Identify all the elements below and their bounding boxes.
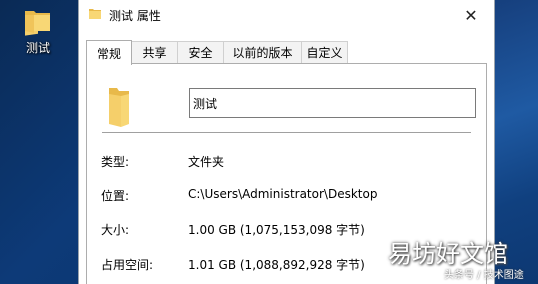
- title-bar[interactable]: 测试 属性 ✕: [79, 0, 494, 30]
- folder-icon: [25, 11, 50, 36]
- tab-general[interactable]: 常规: [86, 40, 132, 65]
- tab-sharing[interactable]: 共享: [131, 41, 178, 63]
- folder-icon: [109, 88, 129, 127]
- folder-icon: [89, 9, 101, 19]
- prop-value: 文件夹: [188, 155, 225, 169]
- tab-customize[interactable]: 自定义: [301, 41, 348, 63]
- tab-previous-versions[interactable]: 以前的版本: [223, 41, 302, 63]
- tab-security[interactable]: 安全: [177, 41, 224, 63]
- divider: [102, 132, 471, 133]
- folder-name-input[interactable]: [189, 88, 476, 118]
- desktop-icon-label: 测试: [25, 41, 50, 55]
- tab-strip: 常规 共享 安全 以前的版本 自定义: [86, 40, 486, 65]
- prop-value: 1.01 GB (1,088,892,928 字节): [188, 258, 365, 272]
- prop-label: 占用空间:: [101, 258, 154, 272]
- watermark-text: 易坊好文馆: [388, 240, 508, 268]
- close-button[interactable]: ✕: [448, 0, 494, 30]
- prop-label: 类型:: [101, 155, 130, 169]
- window-title: 测试 属性: [109, 9, 161, 23]
- prop-value: 1.00 GB (1,075,153,098 字节): [188, 223, 365, 237]
- prop-label: 位置:: [101, 189, 130, 203]
- prop-value: C:\Users\Administrator\Desktop: [188, 187, 378, 201]
- close-icon: ✕: [464, 5, 478, 25]
- prop-label: 大小:: [101, 223, 130, 237]
- watermark-subtext: 头条号 / 技术图途: [444, 270, 524, 281]
- desktop-folder-shortcut[interactable]: 测试: [14, 4, 62, 64]
